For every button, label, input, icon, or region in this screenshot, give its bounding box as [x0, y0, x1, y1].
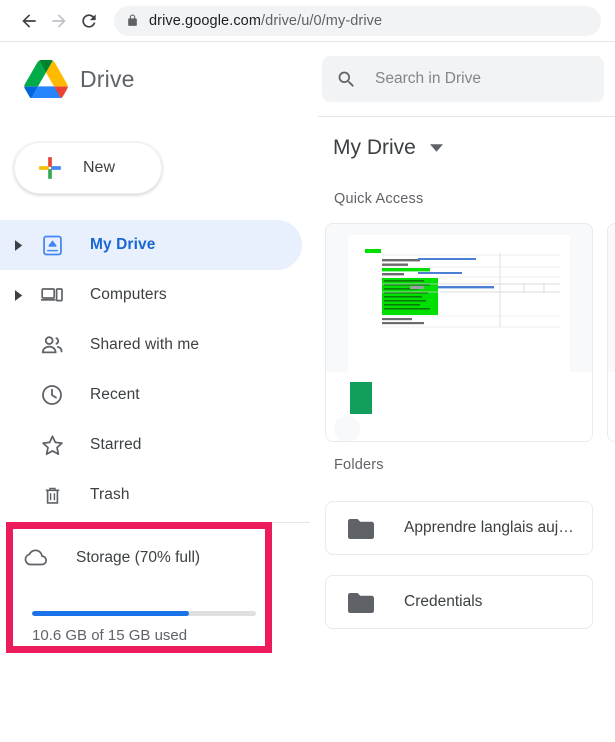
- trash-icon: [36, 484, 68, 507]
- quick-access-card[interactable]: [607, 223, 615, 442]
- sidebar-item-label: Computers: [90, 286, 167, 303]
- folder-row: Credentials: [318, 563, 615, 629]
- sidebar-item-starred[interactable]: Starred: [0, 420, 318, 470]
- folder-icon: [348, 518, 374, 539]
- quick-access-card[interactable]: [325, 223, 593, 442]
- computer-icon: [36, 283, 68, 307]
- quick-access-row: [318, 223, 615, 445]
- storage-title: Storage (70% full): [76, 549, 201, 566]
- drive-brand[interactable]: Drive: [0, 60, 318, 98]
- folder-icon: [348, 592, 374, 613]
- search-placeholder: Search in Drive: [375, 70, 481, 87]
- storage-progress-fill: [32, 611, 189, 616]
- quick-access-card-footer: [608, 372, 615, 441]
- star-icon: [36, 433, 68, 458]
- page-title: My Drive: [333, 136, 416, 159]
- expand-caret-icon[interactable]: [8, 289, 30, 301]
- sidebar-item-label: Recent: [90, 386, 140, 403]
- search-icon: [336, 69, 357, 90]
- people-icon: [36, 333, 68, 357]
- quick-access-label: Quick Access: [334, 191, 424, 207]
- card-avatar-placeholder: [334, 416, 360, 441]
- folder-name: Credentials: [404, 593, 483, 610]
- storage-progress-track: [32, 611, 256, 616]
- sidebar-item-trash[interactable]: Trash: [0, 470, 318, 520]
- drive-header: Drive Search in Drive: [0, 42, 615, 116]
- expand-caret-icon[interactable]: [8, 239, 30, 251]
- page-title-row[interactable]: My Drive: [318, 117, 615, 179]
- storage-section[interactable]: Storage (70% full) 10.6 GB of 15 GB used: [0, 536, 318, 644]
- main-content: My Drive Quick Access Folders Apprendre …: [318, 117, 615, 742]
- google-drive-logo: [24, 60, 68, 98]
- reload-icon: [82, 13, 96, 28]
- sidebar-item-label: Starred: [90, 436, 142, 453]
- folder-item[interactable]: Credentials: [325, 575, 593, 629]
- sidebar-item-my-drive[interactable]: My Drive: [0, 220, 302, 270]
- browser-toolbar: drive.google.com/drive/u/0/my-drive: [0, 0, 615, 42]
- reload-button[interactable]: [74, 6, 104, 36]
- url-host: drive.google.com: [149, 12, 262, 29]
- url-path: /drive/u/0/my-drive: [261, 12, 383, 29]
- search-input[interactable]: Search in Drive: [322, 56, 604, 102]
- back-button[interactable]: [14, 6, 44, 36]
- sidebar-nav: My Drive Computers Shared with me Recent…: [0, 220, 318, 520]
- cloud-icon: [22, 548, 50, 568]
- quick-access-card-footer: [326, 372, 592, 441]
- sidebar-divider: [8, 522, 310, 523]
- drive-page: drive.google.com/drive/u/0/my-drive Driv…: [0, 0, 615, 742]
- arrow-right-icon: [52, 13, 66, 28]
- address-bar[interactable]: drive.google.com/drive/u/0/my-drive: [114, 5, 601, 36]
- folder-row: Apprendre langlais auj…: [318, 489, 615, 555]
- new-button-label: New: [83, 159, 116, 176]
- chevron-down-icon[interactable]: [429, 144, 443, 152]
- new-button[interactable]: New: [14, 142, 162, 194]
- spreadsheet-thumbnail: [326, 224, 592, 375]
- sidebar-item-computers[interactable]: Computers: [0, 270, 318, 320]
- plus-icon: [39, 157, 61, 179]
- my-drive-icon: [36, 234, 68, 257]
- forward-button[interactable]: [44, 6, 74, 36]
- sidebar: New My Drive Computers Shared with me Re…: [0, 116, 318, 742]
- sidebar-item-recent[interactable]: Recent: [0, 370, 318, 420]
- spreadsheet-thumbnail: [608, 224, 615, 372]
- storage-used-text: 10.6 GB of 15 GB used: [32, 627, 188, 644]
- clock-icon: [36, 383, 68, 407]
- sidebar-item-label: Shared with me: [90, 336, 200, 353]
- url-text: drive.google.com/drive/u/0/my-drive: [149, 13, 382, 29]
- sidebar-item-label: Trash: [90, 486, 130, 503]
- brand-name: Drive: [80, 65, 135, 92]
- google-sheets-icon: [350, 382, 372, 414]
- sidebar-item-shared-with-me[interactable]: Shared with me: [0, 320, 318, 370]
- storage-title-row: Storage (70% full): [0, 536, 318, 580]
- folder-item[interactable]: Apprendre langlais auj…: [325, 501, 593, 555]
- folders-label: Folders: [334, 457, 384, 473]
- sidebar-item-label: My Drive: [90, 236, 156, 253]
- folder-name: Apprendre langlais auj…: [404, 519, 574, 536]
- lock-icon: [126, 13, 139, 28]
- arrow-left-icon: [22, 13, 36, 28]
